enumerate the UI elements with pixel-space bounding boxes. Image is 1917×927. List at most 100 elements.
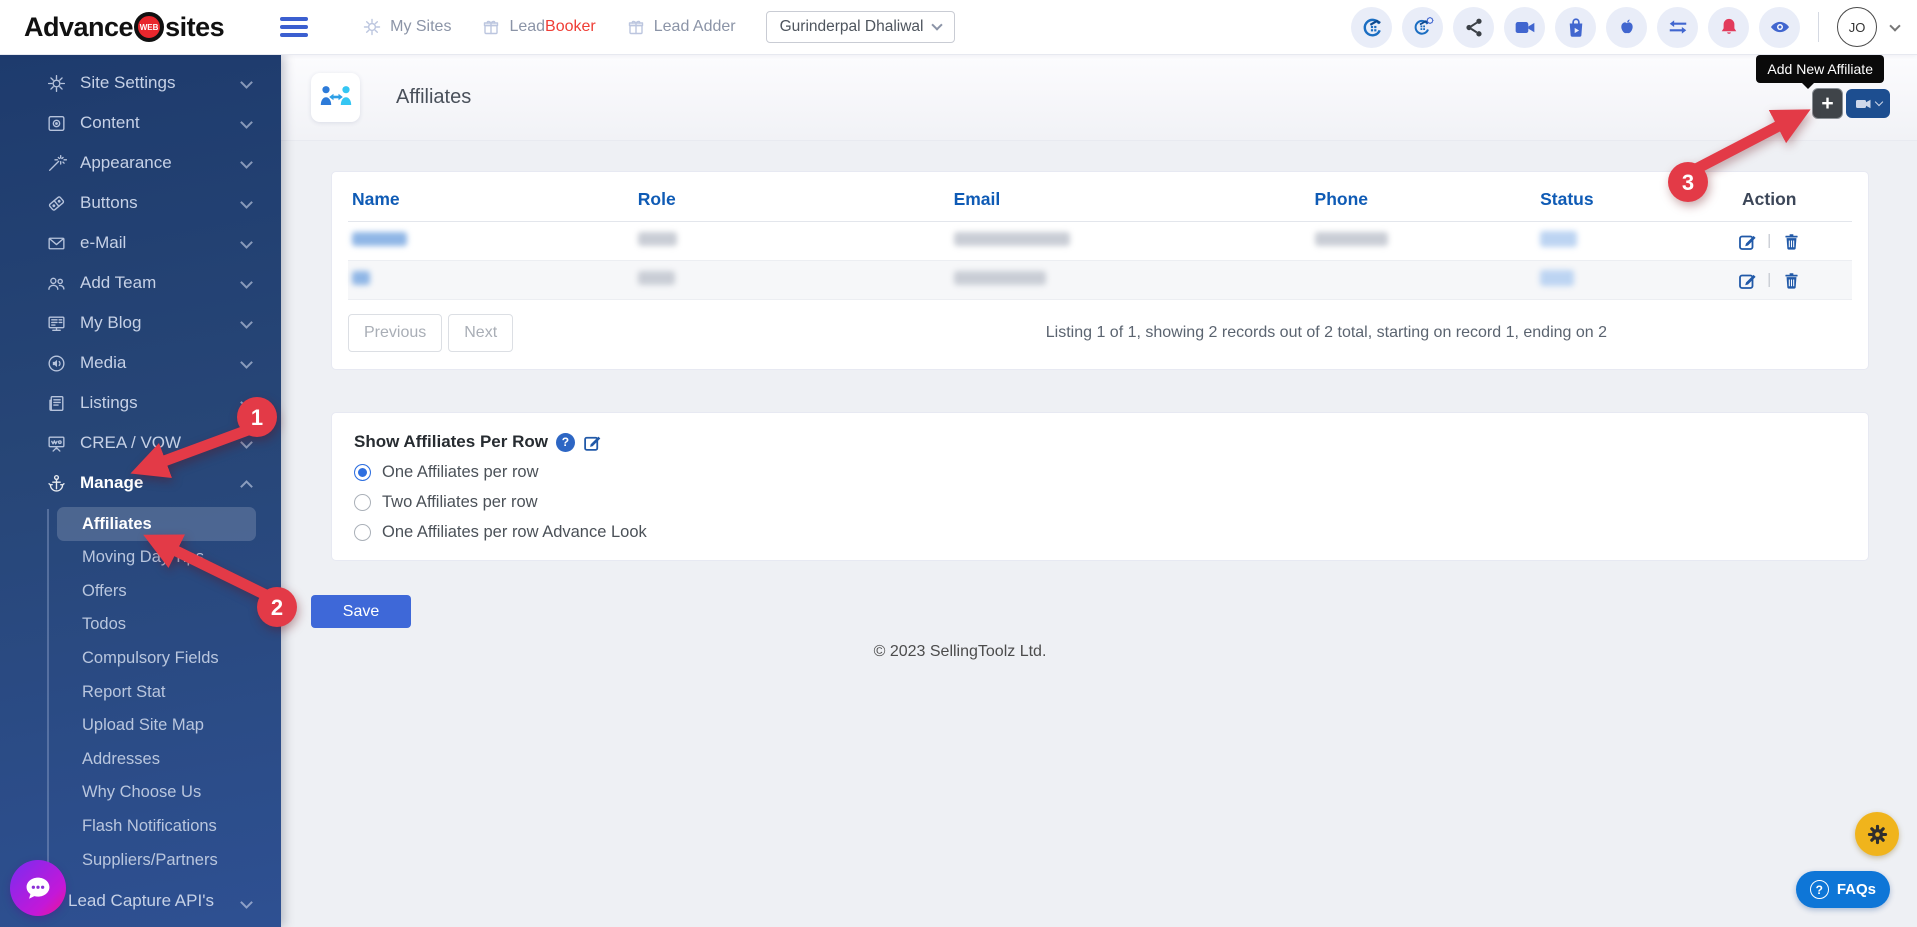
disc-icon [45, 112, 67, 134]
delete-button[interactable] [1782, 232, 1801, 251]
radio-unselected-icon[interactable] [354, 524, 371, 541]
sidebar-item-compulsory-fields[interactable]: Compulsory Fields [0, 642, 281, 676]
share-icon [1465, 18, 1482, 37]
settings-fab-button[interactable] [1855, 812, 1899, 856]
nav-links: My Sites LeadBooker Lead Adder Gurinderp… [362, 11, 956, 43]
people-icon [45, 272, 67, 294]
site-logo-icon [1363, 18, 1381, 37]
delete-button[interactable] [1782, 271, 1801, 290]
avatar[interactable]: JO [1837, 7, 1877, 47]
sidebar-item-appearance[interactable]: Appearance [0, 143, 281, 183]
sidebar-item-flash-notifications[interactable]: Flash Notifications [0, 810, 281, 844]
sidebar-item-buttons[interactable]: Buttons [0, 183, 281, 223]
main-content: Affiliates Add New Affiliate + Name Role… [281, 55, 1917, 927]
divider [1818, 12, 1819, 42]
affiliates-per-row-card: Show Affiliates Per Row ? One Affiliates… [331, 412, 1869, 561]
radio-one-per-row[interactable]: One Affiliates per row [354, 463, 539, 482]
affiliate-name-link[interactable] [352, 270, 370, 285]
navbar-icon-group: JO [1351, 6, 1901, 48]
sidebar-item-content[interactable]: Content [0, 103, 281, 143]
panel-title: Show Affiliates Per Row [354, 432, 548, 451]
affiliates-table-card: Name Role Email Phone Status Action | | … [331, 171, 1869, 370]
sidebar-item-why-choose-us[interactable]: Why Choose Us [0, 776, 281, 810]
redacted-email [953, 270, 1046, 285]
eye-icon [1770, 21, 1789, 33]
status-link[interactable] [1540, 230, 1578, 247]
add-affiliate-button[interactable]: + [1812, 88, 1843, 119]
redacted-phone [1314, 231, 1388, 246]
logo[interactable]: Advance WEB sites [24, 12, 225, 43]
chevron-down-icon [240, 276, 253, 289]
chevron-down-icon [240, 156, 253, 169]
affiliate-name-link[interactable] [352, 231, 407, 246]
next-button[interactable]: Next [448, 314, 514, 352]
chevron-down-icon [240, 236, 253, 249]
share-button[interactable] [1453, 6, 1494, 48]
transfer-arrows-icon [1669, 20, 1686, 34]
chevron-down-icon [240, 896, 253, 909]
edit-icon[interactable] [583, 433, 602, 452]
affiliates-table: Name Role Email Phone Status Action | | [348, 178, 1852, 300]
sidebar-item-add-team[interactable]: Add Team [0, 263, 281, 303]
chevron-down-icon [240, 356, 253, 369]
previous-button[interactable]: Previous [348, 314, 443, 352]
presentation-board-icon [45, 432, 67, 454]
chevron-up-icon [240, 480, 253, 493]
site-logo-button[interactable] [1351, 6, 1392, 48]
video-call-button[interactable] [1504, 6, 1545, 48]
sidebar-item-upload-site-map[interactable]: Upload Site Map [0, 709, 281, 743]
radio-one-per-row-advance[interactable]: One Affiliates per row Advance Look [354, 523, 647, 542]
table-row: | [348, 260, 1852, 300]
status-link[interactable] [1540, 269, 1575, 286]
sidebar-item-moving-day-tips[interactable]: Moving Day Tips [0, 541, 281, 575]
chevron-down-icon [240, 396, 253, 409]
edit-button[interactable] [1738, 271, 1757, 290]
radio-two-per-row[interactable]: Two Affiliates per row [354, 493, 538, 512]
transfer-button[interactable] [1657, 6, 1698, 48]
buttons-icon [45, 192, 67, 214]
sidebar-item-listings[interactable]: Listings [0, 383, 281, 423]
user-dropdown[interactable]: Gurinderpal Dhaliwal [765, 11, 956, 43]
sidebar-item-manage[interactable]: Manage [0, 463, 281, 503]
sidebar-item-email[interactable]: e-Mail [0, 223, 281, 263]
redacted-role [637, 231, 677, 246]
video-camera-icon [1515, 22, 1534, 34]
plus-icon: + [1821, 91, 1834, 115]
gift-icon [484, 20, 499, 35]
nav-leadbooker[interactable]: LeadBooker [481, 17, 596, 37]
chat-button[interactable] [10, 860, 66, 916]
sidebar-item-todos[interactable]: Todos [0, 608, 281, 642]
chevron-down-icon [240, 116, 253, 129]
help-icon[interactable]: ? [555, 432, 575, 452]
nav-my-sites[interactable]: My Sites [362, 17, 451, 37]
nav-lead-adder[interactable]: Lead Adder [626, 17, 736, 37]
hamburger-menu-icon[interactable] [280, 17, 309, 37]
preview-button[interactable] [1759, 6, 1800, 48]
sidebar-item-my-blog[interactable]: My Blog [0, 303, 281, 343]
divider: | [1767, 271, 1772, 289]
sidebar-item-affiliates[interactable]: Affiliates [57, 507, 256, 541]
sidebar-item-site-settings[interactable]: Site Settings [0, 63, 281, 103]
edit-button[interactable] [1738, 232, 1757, 251]
apple-button[interactable] [1606, 6, 1647, 48]
sidebar-item-media[interactable]: Media [0, 343, 281, 383]
chevron-down-icon[interactable] [1889, 19, 1901, 32]
video-camera-icon [1855, 99, 1870, 108]
radio-unselected-icon[interactable] [354, 494, 371, 511]
anchor-icon [45, 472, 67, 494]
sidebar-item-offers[interactable]: Offers [0, 575, 281, 609]
sidebar-item-report-stat[interactable]: Report Stat [0, 675, 281, 709]
pagination: Previous Next Listing 1 of 1, showing 2 … [348, 300, 1852, 369]
save-button[interactable]: Save [311, 595, 411, 628]
radio-selected-icon[interactable] [354, 464, 371, 481]
sidebar-item-addresses[interactable]: Addresses [0, 743, 281, 777]
video-help-dropdown-button[interactable] [1846, 89, 1890, 118]
site-settings-button[interactable] [1402, 6, 1443, 48]
divider: | [1767, 232, 1772, 250]
blog-monitor-icon [45, 312, 67, 334]
faqs-button[interactable]: ? FAQs [1795, 871, 1890, 908]
notifications-button[interactable] [1708, 6, 1749, 48]
sidebar-item-crea-vow[interactable]: CREA / VOW [0, 423, 281, 463]
app-store-button[interactable] [1555, 6, 1596, 48]
site-logo-gear-icon [1414, 17, 1433, 35]
